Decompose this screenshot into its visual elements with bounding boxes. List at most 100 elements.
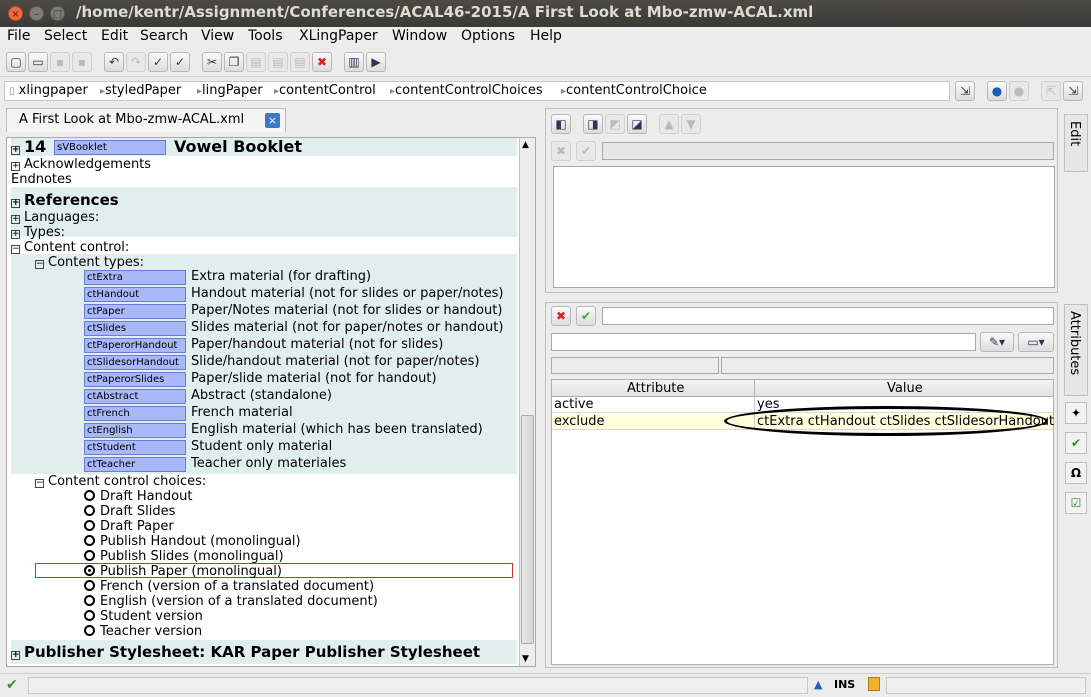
tab-document[interactable]: A First Look at Mbo-zmw-ACAL.xml ×	[6, 108, 286, 132]
collapse-icon[interactable]: ⇱	[1041, 81, 1061, 101]
menu-options[interactable]: Options	[461, 28, 515, 45]
choice-item[interactable]: French (version of a translated document…	[84, 579, 374, 594]
browse-folder-dropdown-icon[interactable]: ▭▾	[1018, 332, 1054, 352]
close-tab-icon[interactable]: ×	[265, 113, 280, 128]
content-type-tag[interactable]: ctSlides	[84, 321, 186, 336]
breadcrumb-contentcontrol[interactable]: contentControl	[279, 83, 376, 98]
new-file-icon[interactable]: ▢	[6, 52, 26, 72]
edit-text-area[interactable]	[553, 166, 1055, 288]
radio-icon[interactable]	[84, 580, 95, 591]
tree-content-control-choices[interactable]: Content control choices:	[48, 474, 206, 489]
content-type-tag[interactable]: ctEnglish	[84, 423, 186, 438]
spellcheck-ok-icon[interactable]: ✔	[1065, 432, 1087, 454]
radio-icon[interactable]	[84, 625, 95, 636]
collapse-icon[interactable]: −	[11, 245, 20, 254]
content-type-tag[interactable]: ctTeacher	[84, 457, 186, 472]
radio-icon[interactable]	[84, 595, 95, 606]
side-tab-edit[interactable]: Edit	[1064, 114, 1088, 172]
attribute-value-field[interactable]	[551, 333, 976, 351]
menu-edit[interactable]: Edit	[101, 28, 128, 45]
paste-icon[interactable]: ▤	[246, 52, 266, 72]
scroll-up-icon[interactable]: ▲	[522, 140, 529, 150]
tree-endnotes[interactable]: Endnotes	[11, 172, 72, 187]
menu-view[interactable]: View	[201, 28, 234, 45]
content-type-tag[interactable]: ctAbstract	[84, 389, 186, 404]
wrap-element-icon[interactable]: ◪	[627, 114, 647, 134]
breadcrumb-xlingpaper[interactable]: xlingpaper	[19, 83, 88, 98]
forward-icon[interactable]: ●	[1009, 81, 1029, 101]
content-type-tag[interactable]: ctPaperorSlides	[84, 372, 186, 387]
breadcrumb-contentcontrolchoices[interactable]: contentControlChoices	[395, 83, 543, 98]
apply-attribute-icon[interactable]: ✔	[576, 306, 596, 326]
split-view-icon[interactable]: ▥	[344, 52, 364, 72]
edit-value-dropdown-icon[interactable]: ✎▾	[980, 332, 1014, 352]
choice-item[interactable]: English (version of a translated documen…	[84, 594, 378, 609]
menu-tools[interactable]: Tools	[248, 28, 283, 45]
window-minimize-icon[interactable]: –	[29, 6, 44, 21]
save-all-icon[interactable]: ▪	[72, 52, 92, 72]
radio-icon[interactable]	[84, 505, 95, 516]
edit-name-field[interactable]	[602, 142, 1054, 160]
tree-references[interactable]: References	[24, 191, 119, 209]
content-type-tag[interactable]: ctStudent	[84, 440, 186, 455]
save-icon[interactable]: ▪	[50, 52, 70, 72]
undo-icon[interactable]: ↶	[104, 52, 124, 72]
check-icon[interactable]: ✓	[170, 52, 190, 72]
radio-icon[interactable]	[84, 550, 95, 561]
tree-publisher-stylesheet[interactable]: Publisher Stylesheet: KAR Paper Publishe…	[24, 643, 480, 661]
status-up-icon[interactable]: ▲	[814, 678, 822, 691]
open-folder-icon[interactable]: ▭	[28, 52, 48, 72]
redo-icon[interactable]: ↷	[126, 52, 146, 72]
paste-before-icon[interactable]: ▤	[268, 52, 288, 72]
expand-icon[interactable]: +	[11, 146, 20, 155]
move-down-icon[interactable]: ▼	[681, 114, 701, 134]
radio-icon[interactable]	[84, 490, 95, 501]
column-attribute[interactable]: Attribute	[627, 381, 684, 396]
content-type-tag[interactable]: ctFrench	[84, 406, 186, 421]
insert-child-icon[interactable]: ◨	[583, 114, 603, 134]
side-tab-attributes[interactable]: Attributes	[1064, 304, 1088, 396]
menu-file[interactable]: File	[7, 28, 30, 45]
expand-icon[interactable]: +	[11, 162, 20, 171]
breadcrumb-lingpaper[interactable]: lingPaper	[202, 83, 263, 98]
collapse-icon[interactable]: −	[35, 479, 44, 488]
expand-icon[interactable]: +	[11, 651, 20, 660]
tree-content-control[interactable]: Content control:	[24, 240, 129, 255]
menu-window[interactable]: Window	[392, 28, 447, 45]
radio-icon[interactable]	[84, 610, 95, 621]
remove-attribute-icon[interactable]: ✖	[551, 306, 571, 326]
expand-icon[interactable]: +	[11, 230, 20, 239]
content-type-tag[interactable]: ctExtra	[84, 270, 186, 285]
choice-item-selected[interactable]: Publish Paper (monolingual)	[84, 564, 282, 579]
paste-after-icon[interactable]: ▤	[290, 52, 310, 72]
apply-edit-icon[interactable]: ✔	[576, 141, 596, 161]
scrollbar-thumb[interactable]	[521, 415, 534, 644]
choice-item[interactable]: Publish Handout (monolingual)	[84, 534, 301, 549]
column-value[interactable]: Value	[887, 381, 923, 396]
validate-icon[interactable]: ✓	[148, 52, 168, 72]
breadcrumb-contentcontrolchoice[interactable]: contentControlChoice	[566, 83, 707, 98]
choice-item[interactable]: Publish Slides (monolingual)	[84, 549, 284, 564]
attribute-name-field[interactable]	[602, 307, 1054, 325]
scroll-down-icon[interactable]: ▼	[522, 654, 529, 664]
tree-acknowledgements[interactable]: Acknowledgements	[24, 157, 151, 172]
delete-icon[interactable]: ✖	[312, 52, 332, 72]
expand-icon[interactable]: ⇲	[1063, 81, 1083, 101]
menu-xlingpaper[interactable]: XLingPaper	[299, 28, 378, 45]
choice-item[interactable]: Student version	[84, 609, 203, 624]
omega-icon[interactable]: Ω	[1065, 462, 1087, 484]
insert-after-icon[interactable]: ◩	[605, 114, 625, 134]
radio-icon[interactable]	[84, 535, 95, 546]
tree-types[interactable]: Types:	[24, 225, 65, 240]
spellcheck-icon[interactable]: ✦	[1065, 402, 1087, 424]
choice-item[interactable]: Teacher version	[84, 624, 202, 639]
checklist-icon[interactable]: ☑	[1065, 492, 1087, 514]
content-type-tag[interactable]: ctSlidesorHandout	[84, 355, 186, 370]
choice-item[interactable]: Draft Slides	[84, 504, 175, 519]
expand-icon[interactable]: +	[11, 215, 20, 224]
content-type-tag[interactable]: ctHandout	[84, 287, 186, 302]
move-up-icon[interactable]: ▲	[659, 114, 679, 134]
cut-icon[interactable]: ✂	[202, 52, 222, 72]
copy-icon[interactable]: ❐	[224, 52, 244, 72]
collapse-icon[interactable]: −	[35, 260, 44, 269]
